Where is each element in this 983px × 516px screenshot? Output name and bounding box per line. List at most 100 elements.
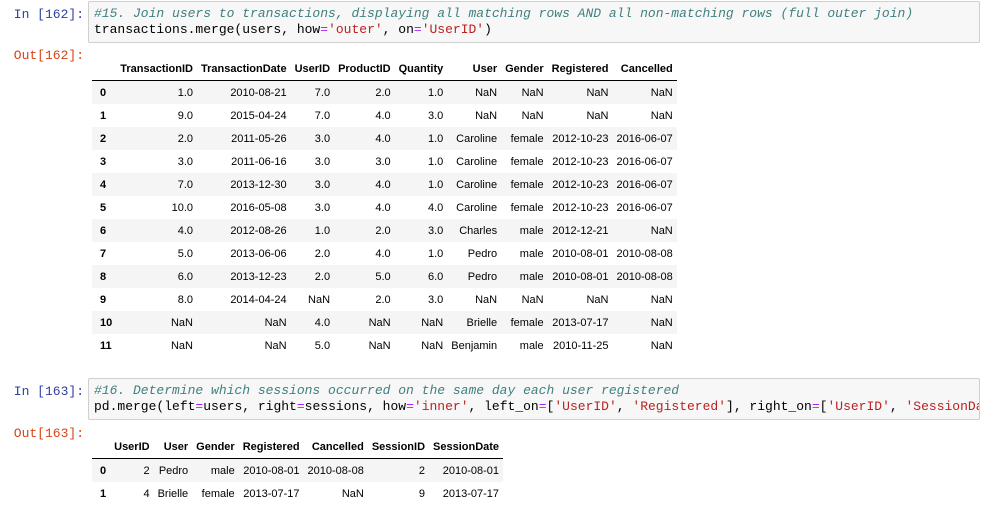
code-token: 'UserID' — [554, 399, 617, 414]
table-cell: 2012-08-26 — [230, 224, 287, 237]
table-row: 5 10.0 2016-05-08 3.0 4.0 4.0 Caroline female 20… — [92, 196, 677, 219]
table-cell: 2.0 — [314, 270, 331, 283]
table-cell: NaN — [264, 316, 287, 329]
table-cell: Brielle — [466, 316, 498, 329]
code-token: 'SessionDate' — [905, 399, 980, 414]
input-prompt: In [163]: — [13, 384, 84, 399]
code-token: transactions.merge(users, how — [94, 22, 321, 37]
table-cell: female — [201, 487, 235, 500]
dataframe-table: TransactionID TransactionDate UserID Produc… — [92, 58, 677, 357]
table-header-row: UserID User Gender Registered Cancelled Sessi… — [92, 436, 504, 459]
code-token: = — [413, 22, 422, 37]
table-cell: 5.0 — [375, 270, 391, 283]
table-cell: 1.0 — [427, 178, 444, 191]
table-cell: male — [210, 464, 235, 477]
table-cell: Caroline — [456, 178, 498, 191]
table-cell: 3.0 — [427, 224, 444, 237]
table-cell: 4.0 — [177, 224, 193, 237]
code-token: , — [889, 399, 906, 414]
table-cell: 6.0 — [177, 270, 193, 283]
code-token: pd.merge(left — [94, 399, 196, 414]
table-cell: NaN — [521, 86, 544, 99]
output-prompt: Out[163]: — [13, 426, 84, 441]
table-cell: Pedro — [467, 247, 498, 260]
table-cell: 4.0 — [427, 201, 444, 214]
table-cell: 4.0 — [375, 201, 391, 214]
table-cell: 4.0 — [375, 247, 391, 260]
column-header: TransactionID — [116, 58, 197, 81]
table-cell: 2 — [143, 464, 150, 477]
code-cell-input[interactable]: #16. Determine which sessions occurred o… — [88, 378, 980, 420]
table-cell: 5.0 — [314, 339, 331, 352]
table-cell: 2013-07-17 — [552, 316, 609, 329]
table-cell: 4 — [143, 487, 150, 500]
table-cell: NaN — [521, 109, 544, 122]
column-header: Cancelled — [303, 436, 368, 459]
code-token: , left_on — [468, 399, 539, 414]
table-header-row: TransactionID TransactionDate UserID Produc… — [92, 58, 677, 81]
table-cell: Brielle — [157, 487, 189, 500]
code-line: transactions.merge(users, how='outer', o… — [94, 22, 492, 37]
output-prompt: Out[162]: — [13, 48, 84, 63]
table-cell: NaN — [650, 109, 673, 122]
table-cell: 2011-05-26 — [231, 132, 287, 145]
table-cell: 4.0 — [375, 132, 391, 145]
column-header: Cancelled — [612, 58, 677, 81]
code-comment: #15. Join users to transactions, display… — [94, 6, 914, 21]
table-cell: NaN — [650, 86, 673, 99]
code-line: pd.merge(left=users, right=sessions, how… — [94, 399, 980, 414]
table-cell: 2.0 — [375, 293, 391, 306]
table-cell: 1.0 — [427, 86, 444, 99]
table-cell: 5.0 — [177, 247, 193, 260]
table-row: 3 3.0 2011-06-16 3.0 3.0 1.0 Caroline female 201… — [92, 150, 677, 173]
index-header — [92, 58, 117, 81]
column-header: UserID — [110, 436, 154, 459]
column-header: UserID — [290, 58, 335, 81]
code-token: 'UserID' — [827, 399, 890, 414]
code-token: , — [616, 399, 633, 414]
table-cell: NaN — [308, 293, 331, 306]
table-cell: 1.0 — [427, 132, 444, 145]
table-cell: 1.0 — [314, 224, 331, 237]
code-token: 'outer' — [328, 22, 383, 37]
row-index: 7 — [100, 247, 107, 260]
table-cell: 2010-08-08 — [616, 270, 673, 283]
row-index: 1 — [100, 109, 107, 122]
table-cell: 10.0 — [171, 201, 193, 214]
table-cell: 2016-06-07 — [616, 178, 673, 191]
table-cell: 2.0 — [314, 247, 331, 260]
table-cell: 2010-08-08 — [307, 464, 364, 477]
table-cell: 2010-08-21 — [230, 86, 287, 99]
table-cell: 4.0 — [375, 178, 391, 191]
table-cell: 2012-10-23 — [552, 155, 609, 168]
table-cell: male — [519, 247, 544, 260]
table-cell: 7.0 — [314, 109, 331, 122]
column-header: SessionDate — [429, 436, 504, 459]
table-cell: NaN — [421, 339, 444, 352]
table-cell: 3.0 — [314, 178, 331, 191]
table-cell: 2014-04-24 — [230, 293, 287, 306]
table-row: 7 5.0 2013-06-06 2.0 4.0 1.0 Pedro male 2010-08-… — [92, 242, 677, 265]
column-header: TransactionDate — [197, 58, 291, 81]
table-cell: 9 — [418, 487, 426, 500]
table-cell: NaN — [475, 86, 498, 99]
column-header: Gender — [192, 436, 239, 459]
table-row: 11 NaN NaN 5.0 NaN NaN Benjamin male 2010-11-25 N… — [92, 334, 677, 357]
row-index: 5 — [100, 201, 107, 214]
code-cell-input[interactable]: #15. Join users to transactions, display… — [88, 1, 980, 43]
table-cell: 3.0 — [427, 293, 444, 306]
table-cell: NaN — [650, 293, 673, 306]
code-token: = — [320, 22, 329, 37]
code-token: sessions, how — [304, 399, 407, 414]
table-cell: 2012-12-21 — [552, 224, 609, 237]
table-cell: 1.0 — [427, 247, 444, 260]
code-token: = — [406, 399, 414, 414]
table-row: 0 2 Pedro male 2010-08-01 2010-08-08 2 2010-08-… — [92, 458, 504, 482]
row-index: 11 — [100, 339, 112, 352]
table-cell: 6.0 — [427, 270, 444, 283]
table-cell: NaN — [421, 316, 444, 329]
table-cell: 2016-06-07 — [616, 132, 673, 145]
table-cell: 3.0 — [427, 109, 444, 122]
column-header: User — [153, 436, 193, 459]
table-cell: Caroline — [456, 155, 498, 168]
